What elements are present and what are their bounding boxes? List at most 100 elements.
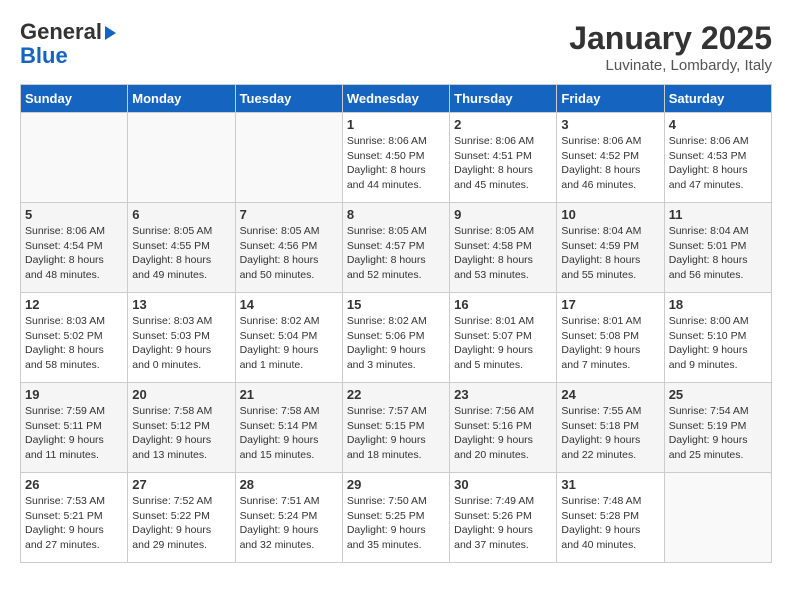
- title-section: January 2025 Luvinate, Lombardy, Italy: [569, 20, 772, 74]
- day-cell-31: 31 Sunrise: 7:48 AM Sunset: 5:28 PM Dayli…: [557, 473, 664, 563]
- day-number: 3: [561, 117, 659, 132]
- day-info: Sunrise: 8:04 AM Sunset: 5:01 PM Dayligh…: [669, 224, 767, 283]
- day-cell-12: 12 Sunrise: 8:03 AM Sunset: 5:02 PM Dayli…: [21, 293, 128, 383]
- empty-cell: [664, 473, 771, 563]
- day-cell-13: 13Sunrise: 8:03 AM Sunset: 5:03 PM Dayli…: [128, 293, 235, 383]
- day-cell-26: 26 Sunrise: 7:53 AM Sunset: 5:21 PM Dayli…: [21, 473, 128, 563]
- week-row-1: 1 Sunrise: 8:06 AM Sunset: 4:50 PM Daylig…: [21, 113, 772, 203]
- day-info: Sunrise: 8:04 AM Sunset: 4:59 PM Dayligh…: [561, 224, 659, 283]
- day-info: Sunrise: 8:05 AM Sunset: 4:57 PM Dayligh…: [347, 224, 445, 283]
- day-info: Sunrise: 7:51 AM Sunset: 5:24 PM Dayligh…: [240, 494, 338, 553]
- page-header: General Blue January 2025 Luvinate, Lomb…: [20, 20, 772, 74]
- day-info: Sunrise: 8:06 AM Sunset: 4:53 PM Dayligh…: [669, 134, 767, 193]
- day-number: 25: [669, 387, 767, 402]
- day-cell-11: 11 Sunrise: 8:04 AM Sunset: 5:01 PM Dayli…: [664, 203, 771, 293]
- day-info: Sunrise: 7:50 AM Sunset: 5:25 PM Dayligh…: [347, 494, 445, 553]
- day-cell-30: 30 Sunrise: 7:49 AM Sunset: 5:26 PM Dayli…: [450, 473, 557, 563]
- day-cell-16: 16 Sunrise: 8:01 AM Sunset: 5:07 PM Dayli…: [450, 293, 557, 383]
- day-header-wednesday: Wednesday: [342, 85, 449, 113]
- day-number: 6: [132, 207, 230, 222]
- day-cell-19: 19Sunrise: 7:59 AM Sunset: 5:11 PM Dayli…: [21, 383, 128, 473]
- day-number: 4: [669, 117, 767, 132]
- day-number: 18: [669, 297, 767, 312]
- day-info: Sunrise: 7:58 AM Sunset: 5:14 PM Dayligh…: [240, 404, 338, 463]
- day-cell-23: 23 Sunrise: 7:56 AM Sunset: 5:16 PM Dayli…: [450, 383, 557, 473]
- day-number: 8: [347, 207, 445, 222]
- day-number: 5: [25, 207, 123, 222]
- day-header-tuesday: Tuesday: [235, 85, 342, 113]
- day-cell-6: 6 Sunrise: 8:05 AM Sunset: 4:55 PM Daylig…: [128, 203, 235, 293]
- logo-line1: General: [20, 20, 116, 44]
- day-cell-25: 25 Sunrise: 7:54 AM Sunset: 5:19 PM Dayli…: [664, 383, 771, 473]
- day-number: 7: [240, 207, 338, 222]
- logo-blue: Blue: [20, 44, 116, 68]
- day-cell-28: 28 Sunrise: 7:51 AM Sunset: 5:24 PM Dayli…: [235, 473, 342, 563]
- day-info: Sunrise: 8:06 AM Sunset: 4:50 PM Dayligh…: [347, 134, 445, 193]
- day-number: 2: [454, 117, 552, 132]
- day-info: Sunrise: 8:05 AM Sunset: 4:56 PM Dayligh…: [240, 224, 338, 283]
- day-cell-3: 3 Sunrise: 8:06 AM Sunset: 4:52 PM Daylig…: [557, 113, 664, 203]
- day-header-saturday: Saturday: [664, 85, 771, 113]
- day-header-friday: Friday: [557, 85, 664, 113]
- day-number: 16: [454, 297, 552, 312]
- day-number: 26: [25, 477, 123, 492]
- day-cell-2: 2Sunrise: 8:06 AM Sunset: 4:51 PM Daylig…: [450, 113, 557, 203]
- day-number: 20: [132, 387, 230, 402]
- day-number: 23: [454, 387, 552, 402]
- day-cell-21: 21 Sunrise: 7:58 AM Sunset: 5:14 PM Dayli…: [235, 383, 342, 473]
- day-info: Sunrise: 7:55 AM Sunset: 5:18 PM Dayligh…: [561, 404, 659, 463]
- day-number: 28: [240, 477, 338, 492]
- week-row-5: 26 Sunrise: 7:53 AM Sunset: 5:21 PM Dayli…: [21, 473, 772, 563]
- day-cell-24: 24Sunrise: 7:55 AM Sunset: 5:18 PM Dayli…: [557, 383, 664, 473]
- day-cell-14: 14Sunrise: 8:02 AM Sunset: 5:04 PM Dayli…: [235, 293, 342, 383]
- day-number: 30: [454, 477, 552, 492]
- day-number: 15: [347, 297, 445, 312]
- day-number: 14: [240, 297, 338, 312]
- day-cell-27: 27 Sunrise: 7:52 AM Sunset: 5:22 PM Dayli…: [128, 473, 235, 563]
- empty-cell: [21, 113, 128, 203]
- day-info: Sunrise: 8:06 AM Sunset: 4:52 PM Dayligh…: [561, 134, 659, 193]
- day-info: Sunrise: 7:53 AM Sunset: 5:21 PM Dayligh…: [25, 494, 123, 553]
- day-number: 17: [561, 297, 659, 312]
- day-number: 12: [25, 297, 123, 312]
- day-info: Sunrise: 8:01 AM Sunset: 5:07 PM Dayligh…: [454, 314, 552, 373]
- day-number: 1: [347, 117, 445, 132]
- day-info: Sunrise: 8:03 AM Sunset: 5:02 PM Dayligh…: [25, 314, 123, 373]
- day-number: 29: [347, 477, 445, 492]
- day-cell-4: 4 Sunrise: 8:06 AM Sunset: 4:53 PM Daylig…: [664, 113, 771, 203]
- day-cell-8: 8 Sunrise: 8:05 AM Sunset: 4:57 PM Daylig…: [342, 203, 449, 293]
- day-cell-20: 20 Sunrise: 7:58 AM Sunset: 5:12 PM Dayli…: [128, 383, 235, 473]
- day-number: 31: [561, 477, 659, 492]
- day-header-thursday: Thursday: [450, 85, 557, 113]
- day-info: Sunrise: 7:48 AM Sunset: 5:28 PM Dayligh…: [561, 494, 659, 553]
- month-title: January 2025: [569, 20, 772, 57]
- logo-icon: [105, 26, 116, 40]
- day-info: Sunrise: 7:58 AM Sunset: 5:12 PM Dayligh…: [132, 404, 230, 463]
- logo-general: General: [20, 19, 102, 44]
- day-number: 13: [132, 297, 230, 312]
- day-info: Sunrise: 7:52 AM Sunset: 5:22 PM Dayligh…: [132, 494, 230, 553]
- day-header-sunday: Sunday: [21, 85, 128, 113]
- day-info: Sunrise: 8:06 AM Sunset: 4:54 PM Dayligh…: [25, 224, 123, 283]
- day-info: Sunrise: 8:01 AM Sunset: 5:08 PM Dayligh…: [561, 314, 659, 373]
- day-info: Sunrise: 7:59 AM Sunset: 5:11 PM Dayligh…: [25, 404, 123, 463]
- week-row-3: 12 Sunrise: 8:03 AM Sunset: 5:02 PM Dayli…: [21, 293, 772, 383]
- day-header-monday: Monday: [128, 85, 235, 113]
- day-info: Sunrise: 8:02 AM Sunset: 5:06 PM Dayligh…: [347, 314, 445, 373]
- day-cell-22: 22Sunrise: 7:57 AM Sunset: 5:15 PM Dayli…: [342, 383, 449, 473]
- week-row-4: 19Sunrise: 7:59 AM Sunset: 5:11 PM Dayli…: [21, 383, 772, 473]
- day-cell-7: 7 Sunrise: 8:05 AM Sunset: 4:56 PM Daylig…: [235, 203, 342, 293]
- location: Luvinate, Lombardy, Italy: [569, 57, 772, 74]
- day-info: Sunrise: 7:54 AM Sunset: 5:19 PM Dayligh…: [669, 404, 767, 463]
- day-number: 9: [454, 207, 552, 222]
- logo: General Blue: [20, 20, 116, 68]
- empty-cell: [235, 113, 342, 203]
- day-info: Sunrise: 7:49 AM Sunset: 5:26 PM Dayligh…: [454, 494, 552, 553]
- day-cell-5: 5 Sunrise: 8:06 AM Sunset: 4:54 PM Daylig…: [21, 203, 128, 293]
- day-info: Sunrise: 8:05 AM Sunset: 4:55 PM Dayligh…: [132, 224, 230, 283]
- day-info: Sunrise: 8:00 AM Sunset: 5:10 PM Dayligh…: [669, 314, 767, 373]
- day-number: 27: [132, 477, 230, 492]
- day-number: 21: [240, 387, 338, 402]
- day-number: 11: [669, 207, 767, 222]
- day-info: Sunrise: 7:56 AM Sunset: 5:16 PM Dayligh…: [454, 404, 552, 463]
